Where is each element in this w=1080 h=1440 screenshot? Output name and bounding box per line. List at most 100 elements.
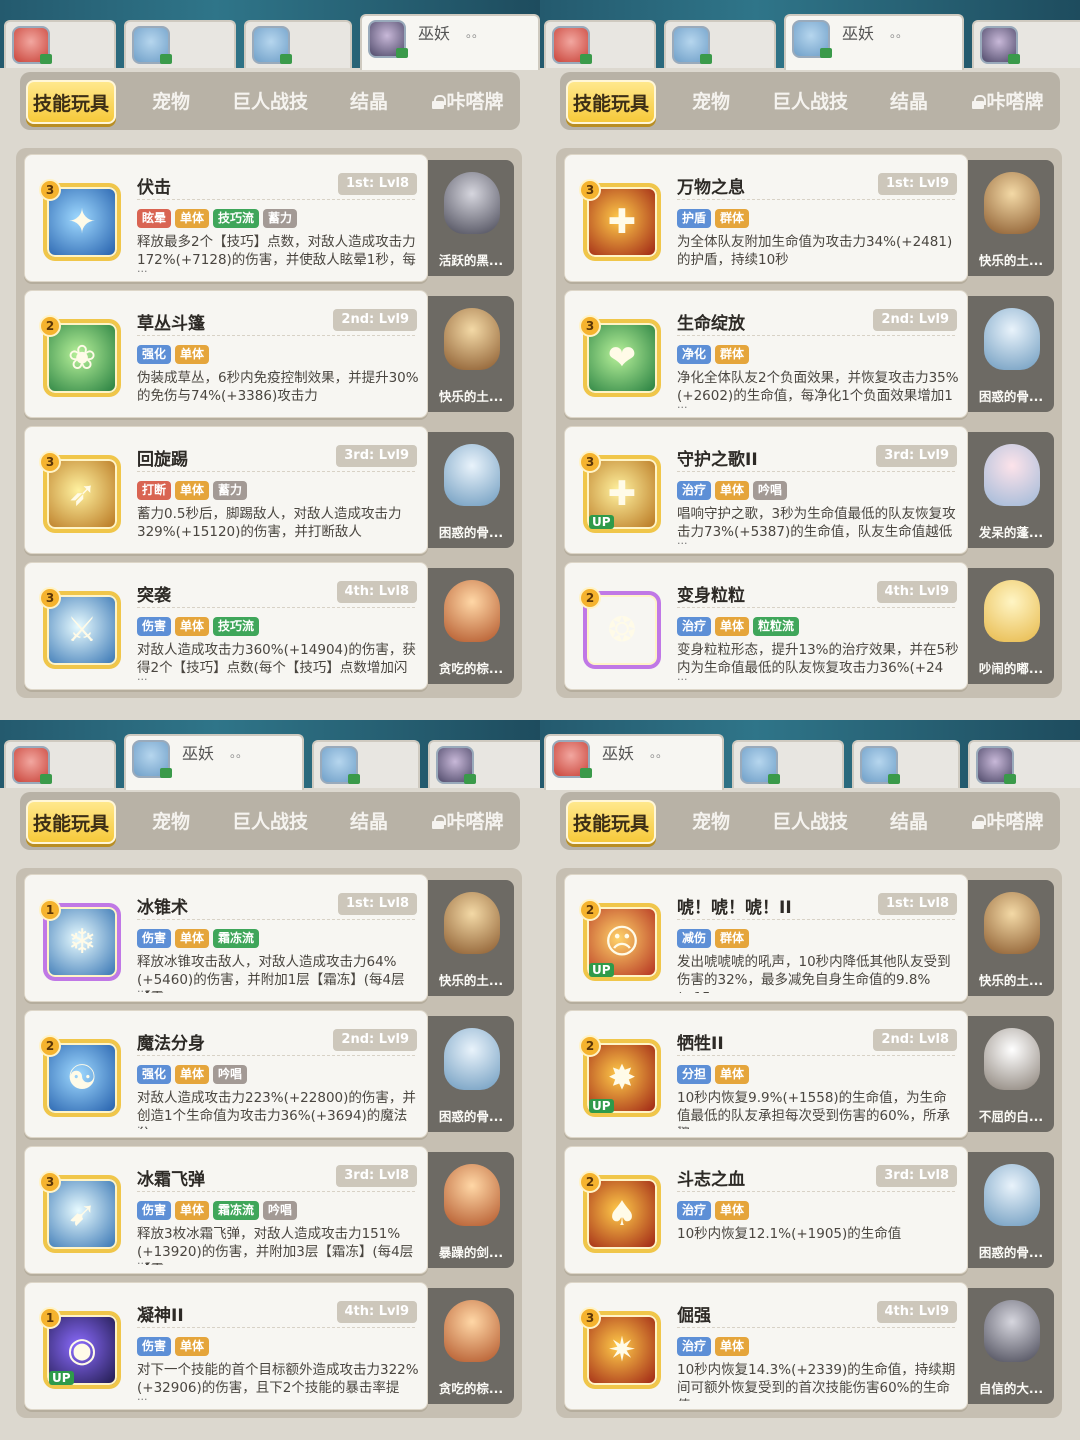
tab-label: 结晶 bbox=[349, 811, 388, 833]
character-tab[interactable]: 巫妖 。。 bbox=[124, 734, 304, 790]
online-badge-icon bbox=[160, 54, 172, 64]
tab-giant-skills[interactable]: 巨人战技 bbox=[218, 804, 322, 840]
tab-pets[interactable]: 宠物 bbox=[138, 84, 204, 120]
character-tab[interactable]: 巫妖 。。 bbox=[360, 14, 540, 70]
pet-slot[interactable]: 困惑的骨... bbox=[428, 1016, 514, 1132]
skill-tag: 吟唱 bbox=[213, 1065, 248, 1084]
character-tab[interactable] bbox=[544, 20, 656, 68]
skill-tag: 净化 bbox=[677, 345, 712, 364]
tab-crystals[interactable]: 结晶 bbox=[336, 84, 402, 120]
skill-slot-level: 2nd: Lvl9 bbox=[333, 1029, 417, 1051]
character-tab[interactable] bbox=[124, 20, 236, 68]
skill-tag: 强化 bbox=[137, 1065, 172, 1084]
skill-tag: 单体 bbox=[715, 1065, 750, 1084]
skill-card[interactable]: ◉ 1 UP 凝神II 4th: Lvl9 伤害 单体 对下一个技能的首个目标额外造成攻击力3… bbox=[24, 1282, 514, 1410]
skill-card[interactable]: ❂ 2 变身粒粒 4th: Lvl9 治疗 单体 粒粒流 变身粒粒形态，提升13%的治疗效果，… bbox=[564, 562, 1054, 690]
character-tab[interactable] bbox=[852, 740, 960, 788]
tab-giant-skills[interactable]: 巨人战技 bbox=[758, 804, 862, 840]
tab-skill-toys[interactable]: 技能玩具 bbox=[566, 800, 656, 844]
divider bbox=[137, 1055, 415, 1056]
character-tab[interactable]: 巫妖 。。 bbox=[544, 734, 724, 790]
skill-card[interactable]: ✚ 3 万物之息 1st: Lvl9 护盾 群体 为全体队友附加生命值为攻击力34%(+24… bbox=[564, 154, 1054, 282]
skill-slot-level: 4th: Lvl9 bbox=[876, 581, 957, 603]
tab-giant-skills[interactable]: 巨人战技 bbox=[758, 84, 862, 120]
skill-tags: 伤害 单体 技巧流 bbox=[137, 615, 263, 636]
tab-label: 结晶 bbox=[889, 91, 928, 113]
character-tab[interactable] bbox=[664, 20, 776, 68]
skill-tags: 伤害 单体 霜冻流 吟唱 bbox=[137, 1199, 301, 1220]
skill-tags: 护盾 群体 bbox=[677, 207, 753, 228]
tab-giant-skills[interactable]: 巨人战技 bbox=[218, 84, 322, 120]
character-tabs: 巫妖 。。 bbox=[544, 14, 1080, 70]
pet-slot[interactable]: 不屈的白... bbox=[968, 1016, 1054, 1132]
skill-card[interactable]: ✸ 2 UP 牺牲II 2nd: Lvl8 分担 单体 10秒内恢复9.9%(+1558)的生… bbox=[564, 1010, 1054, 1138]
skill-card[interactable]: ⚔ 3 突袭 4th: Lvl8 伤害 单体 技巧流 对敌人造成攻击力360%(+14904)… bbox=[24, 562, 514, 690]
tab-skill-toys[interactable]: 技能玩具 bbox=[26, 80, 116, 124]
pet-slot[interactable]: 吵闹的嘟... bbox=[968, 568, 1054, 684]
pet-slot[interactable]: 活跃的黑... bbox=[428, 160, 514, 276]
pet-slot[interactable]: 困惑的骨... bbox=[968, 296, 1054, 412]
online-badge-icon bbox=[40, 774, 52, 784]
pet-slot[interactable]: 贪吃的棕... bbox=[428, 568, 514, 684]
skill-slot-level: 4th: Lvl9 bbox=[336, 1301, 417, 1323]
skill-card[interactable]: ❄ 1 冰锥术 1st: Lvl8 伤害 单体 霜冻流 释放冰锥攻击敌人，对敌人造成攻击力64… bbox=[24, 874, 514, 1002]
tab-skill-toys[interactable]: 技能玩具 bbox=[26, 800, 116, 844]
skill-card[interactable]: ✚ 3 UP 守护之歌II 3rd: Lvl9 治疗 单体 吟唱 唱响守护之歌，3秒为生命值最低… bbox=[564, 426, 1054, 554]
pet-name: 贪吃的棕... bbox=[438, 1381, 504, 1396]
skill-card[interactable]: ✷ 3 倔强 4th: Lvl9 治疗 单体 10秒内恢复14.3%(+2339)的生命值，… bbox=[564, 1282, 1054, 1410]
pet-slot[interactable]: 困惑的骨... bbox=[968, 1152, 1054, 1268]
tab-clack-cards[interactable]: 咔嗒牌 bbox=[416, 804, 520, 840]
skill-name: 魔法分身 bbox=[137, 1034, 205, 1054]
divider bbox=[677, 919, 955, 920]
pet-slot[interactable]: 快乐的土... bbox=[968, 160, 1054, 276]
pet-slot[interactable]: 快乐的土... bbox=[428, 880, 514, 996]
pet-name: 困惑的骨... bbox=[438, 525, 504, 540]
skill-description: 对敌人造成攻击力360%(+14904)的伤害，获得2个【技巧】点数(每个【技巧… bbox=[137, 642, 416, 676]
pet-slot[interactable]: 快乐的土... bbox=[428, 296, 514, 412]
skill-card[interactable]: ❤ 3 生命绽放 2nd: Lvl9 净化 群体 净化全体队友2个负面效果，并恢复攻击力35… bbox=[564, 290, 1054, 418]
tab-crystals[interactable]: 结晶 bbox=[336, 804, 402, 840]
skill-card[interactable]: ☹ 2 UP 唬！唬！唬！II 1st: Lvl8 减伤 群体 发出唬唬唬的吼声，10秒内降低… bbox=[564, 874, 1054, 1002]
skill-tags: 伤害 单体 霜冻流 bbox=[137, 927, 263, 948]
tab-label: 宠物 bbox=[151, 811, 190, 833]
tab-crystals[interactable]: 结晶 bbox=[876, 804, 942, 840]
pet-slot[interactable]: 自信的大... bbox=[968, 1288, 1054, 1404]
skill-card[interactable]: ➹ 3 冰霜飞弹 3rd: Lvl8 伤害 单体 霜冻流 吟唱 释放3枚冰霜飞弹，对敌人造成攻击… bbox=[24, 1146, 514, 1274]
pet-slot[interactable]: 快乐的土... bbox=[968, 880, 1054, 996]
character-tab[interactable] bbox=[428, 740, 540, 788]
tab-pets[interactable]: 宠物 bbox=[678, 84, 744, 120]
tab-clack-cards[interactable]: 咔嗒牌 bbox=[416, 84, 520, 120]
pet-slot[interactable]: 困惑的骨... bbox=[428, 432, 514, 548]
character-tab[interactable] bbox=[4, 740, 116, 788]
character-tab[interactable] bbox=[972, 20, 1080, 68]
skill-tags: 减伤 群体 bbox=[677, 927, 753, 948]
pet-slot[interactable]: 发呆的蓬... bbox=[968, 432, 1054, 548]
tab-clack-cards[interactable]: 咔嗒牌 bbox=[956, 84, 1060, 120]
skill-card[interactable]: ✦ 3 伏击 1st: Lvl8 眩晕 单体 技巧流 蓄力 释放最多2个【技巧】点数，对敌人造成… bbox=[24, 154, 514, 282]
character-tab[interactable] bbox=[968, 740, 1080, 788]
character-tab[interactable]: 巫妖 。。 bbox=[784, 14, 964, 70]
character-name: 巫妖 bbox=[602, 744, 635, 763]
character-tab[interactable] bbox=[244, 20, 352, 68]
skill-card[interactable]: ❀ 2 草丛斗篷 2nd: Lvl9 强化 单体 伪装成草丛，6秒内免疫控制效果，并提升30… bbox=[24, 290, 514, 418]
skill-card[interactable]: ♠ 2 斗志之血 3rd: Lvl8 治疗 单体 10秒内恢复12.1%(+1905)的生命… bbox=[564, 1146, 1054, 1274]
skill-description: 发出唬唬唬的吼声，10秒内降低其他队友受到伤害的32%，最多减免自身生命值的9.… bbox=[677, 954, 951, 993]
pet-slot[interactable]: 贪吃的棕... bbox=[428, 1288, 514, 1404]
tab-pets[interactable]: 宠物 bbox=[138, 804, 204, 840]
skill-card[interactable]: ➶ 3 回旋踢 3rd: Lvl9 打断 单体 蓄力 蓄力0.5秒后，脚踢敌人，对敌人造成攻击… bbox=[24, 426, 514, 554]
character-tab[interactable] bbox=[312, 740, 420, 788]
skill-card[interactable]: ☯ 2 魔法分身 2nd: Lvl9 强化 单体 吟唱 对敌人造成攻击力223%(+22800… bbox=[24, 1010, 514, 1138]
pet-slot[interactable]: 暴躁的剑... bbox=[428, 1152, 514, 1268]
character-tab[interactable] bbox=[4, 20, 116, 68]
skill-tag: 打断 bbox=[137, 481, 172, 500]
tab-crystals[interactable]: 结晶 bbox=[876, 84, 942, 120]
character-tab[interactable] bbox=[732, 740, 844, 788]
skill-tag: 群体 bbox=[715, 209, 750, 228]
tab-skill-toys[interactable]: 技能玩具 bbox=[566, 80, 656, 124]
online-badge-icon bbox=[768, 774, 780, 784]
divider bbox=[137, 1327, 415, 1328]
tab-clack-cards[interactable]: 咔嗒牌 bbox=[956, 804, 1060, 840]
online-badge-icon bbox=[1004, 774, 1016, 784]
pet-portrait-icon bbox=[984, 1028, 1040, 1090]
tab-pets[interactable]: 宠物 bbox=[678, 804, 744, 840]
